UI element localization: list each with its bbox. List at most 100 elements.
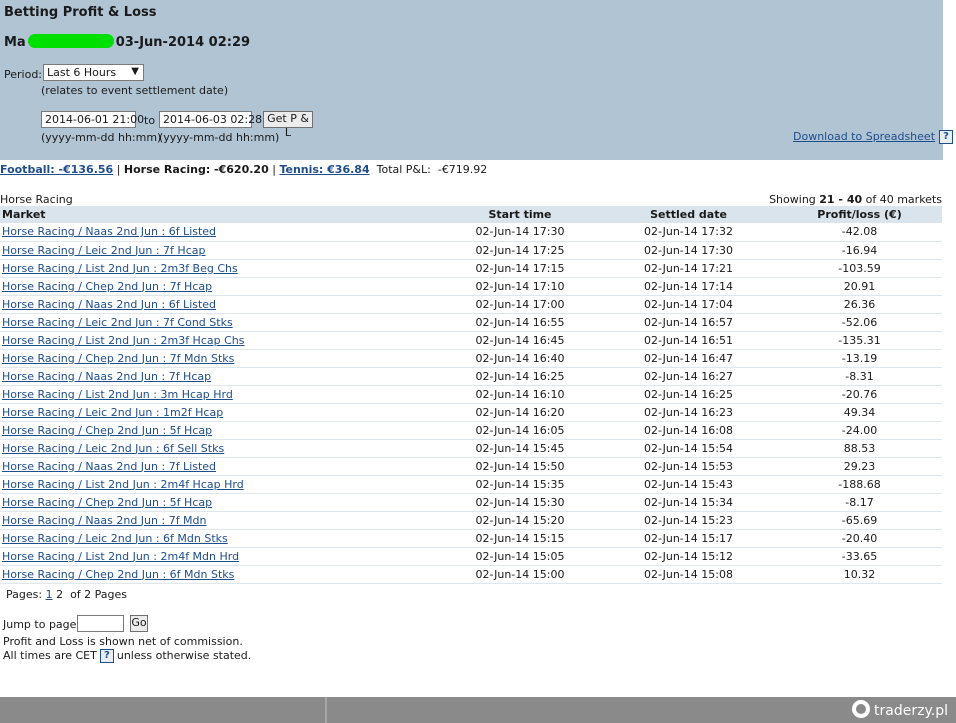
market-link[interactable]: Horse Racing / Chep 2nd Jun : 7f Hcap: [2, 280, 212, 293]
get-pl-button[interactable]: Get P & L: [263, 111, 313, 139]
account-timestamp: 03-Jun-2014 02:29: [115, 35, 251, 50]
market-link[interactable]: Horse Racing / Leic 2nd Jun : 6f Mdn Stk…: [2, 532, 228, 545]
profit-loss-cell: -24.00: [777, 421, 942, 440]
section-label: Horse Racing: [0, 193, 73, 206]
profit-loss-cell: -42.08: [777, 223, 942, 242]
sport-summary: Football: -€136.56 | Horse Racing: -€620…: [0, 163, 487, 176]
market-link[interactable]: Horse Racing / Chep 2nd Jun : 7f Mdn Stk…: [2, 352, 234, 365]
market-cell: Horse Racing / List 2nd Jun : 2m4f Hcap …: [0, 475, 440, 494]
profit-loss-cell: -103.59: [777, 259, 942, 278]
start-time-cell: 02-Jun-14 15:50: [440, 457, 600, 476]
market-link[interactable]: Horse Racing / Leic 2nd Jun : 1m2f Hcap: [2, 406, 223, 419]
market-cell: Horse Racing / List 2nd Jun : 2m3f Beg C…: [0, 259, 440, 278]
table-row: Horse Racing / Chep 2nd Jun : 7f Hcap 02-…: [0, 277, 942, 296]
market-link[interactable]: Horse Racing / Naas 2nd Jun : 7f Hcap: [2, 370, 211, 383]
separator: |: [116, 163, 121, 176]
football-summary-link[interactable]: Football: -€136.56: [0, 163, 113, 176]
pl-table: Market Start time Settled date Profit/lo…: [0, 206, 942, 584]
table-row: Horse Racing / List 2nd Jun : 2m4f Hcap …: [0, 475, 942, 494]
market-link[interactable]: Horse Racing / List 2nd Jun : 3m Hcap Hr…: [2, 388, 233, 401]
table-row: Horse Racing / Chep 2nd Jun : 6f Mdn Stk…: [0, 565, 942, 584]
profit-loss-cell: -8.31: [777, 367, 942, 386]
to-date-input[interactable]: 2014-06-03 02:28: [159, 111, 262, 128]
start-time-cell: 02-Jun-14 17:10: [440, 277, 600, 296]
profit-loss-cell: -135.31: [777, 331, 942, 350]
watermark-logo-icon: [852, 700, 871, 718]
market-link[interactable]: Horse Racing / Leic 2nd Jun : 7f Cond St…: [2, 316, 233, 329]
start-time-cell: 02-Jun-14 15:05: [440, 547, 600, 566]
col-header-market[interactable]: Market: [0, 206, 440, 223]
showing-count: Showing 21 - 40 of 40 markets: [769, 193, 942, 206]
market-link[interactable]: Horse Racing / List 2nd Jun : 2m4f Hcap …: [2, 478, 244, 491]
pages-label: Pages:: [6, 588, 43, 601]
market-link[interactable]: Horse Racing / List 2nd Jun : 2m3f Beg C…: [2, 262, 238, 275]
market-cell: Horse Racing / Naas 2nd Jun : 7f Listed: [0, 457, 440, 476]
profit-loss-cell: 10.32: [777, 565, 942, 584]
jump-to-page-input[interactable]: [77, 615, 124, 632]
start-time-cell: 02-Jun-14 17:15: [440, 259, 600, 278]
total-pl-label: Total P&L:: [376, 163, 431, 176]
settled-date-cell: 02-Jun-14 16:27: [600, 367, 777, 386]
settled-date-cell: 02-Jun-14 15:34: [600, 493, 777, 512]
account-line: Ma 03-Jun-2014 02:29: [4, 34, 250, 50]
table-row: Horse Racing / Naas 2nd Jun : 7f Listed 0…: [0, 457, 942, 476]
page-link-1[interactable]: 1: [46, 588, 53, 601]
market-link[interactable]: Horse Racing / Naas 2nd Jun : 6f Listed: [2, 225, 216, 238]
settled-date-cell: 02-Jun-14 15:08: [600, 565, 777, 584]
separator: |: [272, 163, 276, 176]
table-row: Horse Racing / List 2nd Jun : 2m3f Beg C…: [0, 259, 942, 278]
table-row: Horse Racing / Leic 2nd Jun : 6f Mdn Stk…: [0, 529, 942, 548]
table-row: Horse Racing / Naas 2nd Jun : 7f Mdn 02-J…: [0, 511, 942, 530]
settled-date-cell: 02-Jun-14 15:12: [600, 547, 777, 566]
from-date-input[interactable]: 2014-06-01 21:00: [41, 111, 144, 128]
to-label: to: [144, 114, 156, 127]
settled-date-cell: 02-Jun-14 15:17: [600, 529, 777, 548]
market-cell: Horse Racing / Naas 2nd Jun : 7f Hcap: [0, 367, 440, 386]
market-link[interactable]: Horse Racing / List 2nd Jun : 2m4f Mdn H…: [2, 550, 239, 563]
period-label: Period:: [4, 68, 43, 81]
market-link[interactable]: Horse Racing / Chep 2nd Jun : 5f Hcap: [2, 424, 212, 437]
settled-date-cell: 02-Jun-14 16:57: [600, 313, 777, 332]
market-cell: Horse Racing / Chep 2nd Jun : 5f Hcap: [0, 493, 440, 512]
watermark-text: traderzy.pl: [874, 703, 948, 719]
start-time-cell: 02-Jun-14 15:35: [440, 475, 600, 494]
tennis-summary-link[interactable]: Tennis: €36.84: [279, 163, 369, 176]
redaction-mark: [27, 34, 114, 48]
settled-date-cell: 02-Jun-14 15:54: [600, 439, 777, 458]
start-time-cell: 02-Jun-14 15:30: [440, 493, 600, 512]
col-header-profit-loss[interactable]: Profit/loss (€): [777, 206, 942, 223]
market-link[interactable]: Horse Racing / Naas 2nd Jun : 7f Mdn: [2, 514, 207, 527]
table-row: Horse Racing / Leic 2nd Jun : 7f Cond St…: [0, 313, 942, 332]
download-spreadsheet-link[interactable]: Download to Spreadsheet: [793, 130, 935, 143]
page-title: Betting Profit & Loss: [4, 5, 157, 20]
help-icon[interactable]: ?: [99, 649, 114, 663]
commission-note: Profit and Loss is shown net of commissi…: [3, 635, 243, 648]
pagination: Pages: 1 2 of 2 Pages: [6, 588, 127, 601]
market-link[interactable]: Horse Racing / Naas 2nd Jun : 6f Listed: [2, 298, 216, 311]
go-button[interactable]: Go: [130, 615, 148, 632]
col-header-start-time[interactable]: Start time: [440, 206, 600, 223]
table-header-row: Market Start time Settled date Profit/lo…: [0, 206, 942, 223]
market-cell: Horse Racing / Leic 2nd Jun : 1m2f Hcap: [0, 403, 440, 422]
start-time-cell: 02-Jun-14 17:30: [440, 223, 600, 242]
market-link[interactable]: Horse Racing / Chep 2nd Jun : 5f Hcap: [2, 496, 212, 509]
settled-date-cell: 02-Jun-14 16:08: [600, 421, 777, 440]
market-link[interactable]: Horse Racing / Leic 2nd Jun : 6f Sell St…: [2, 442, 224, 455]
col-header-settled-date[interactable]: Settled date: [600, 206, 777, 223]
market-link[interactable]: Horse Racing / Naas 2nd Jun : 7f Listed: [2, 460, 216, 473]
market-link[interactable]: Horse Racing / Chep 2nd Jun : 6f Mdn Stk…: [2, 568, 234, 581]
market-cell: Horse Racing / Naas 2nd Jun : 6f Listed: [0, 295, 440, 314]
market-link[interactable]: Horse Racing / List 2nd Jun : 2m3f Hcap …: [2, 334, 244, 347]
market-cell: Horse Racing / Leic 2nd Jun : 6f Sell St…: [0, 439, 440, 458]
settled-date-cell: 02-Jun-14 15:53: [600, 457, 777, 476]
market-link[interactable]: Horse Racing / Leic 2nd Jun : 7f Hcap: [2, 244, 205, 257]
settled-date-cell: 02-Jun-14 16:25: [600, 385, 777, 404]
to-format-hint: (yyyy-mm-dd hh:mm): [159, 131, 280, 144]
settled-date-cell: 02-Jun-14 15:23: [600, 511, 777, 530]
help-icon[interactable]: ?: [939, 130, 954, 144]
settled-date-cell: 02-Jun-14 17:04: [600, 295, 777, 314]
start-time-cell: 02-Jun-14 15:45: [440, 439, 600, 458]
period-select-value: Last 6 Hours: [47, 66, 117, 79]
market-cell: Horse Racing / List 2nd Jun : 3m Hcap Hr…: [0, 385, 440, 404]
period-select[interactable]: Last 6 Hours ▼: [43, 64, 144, 81]
